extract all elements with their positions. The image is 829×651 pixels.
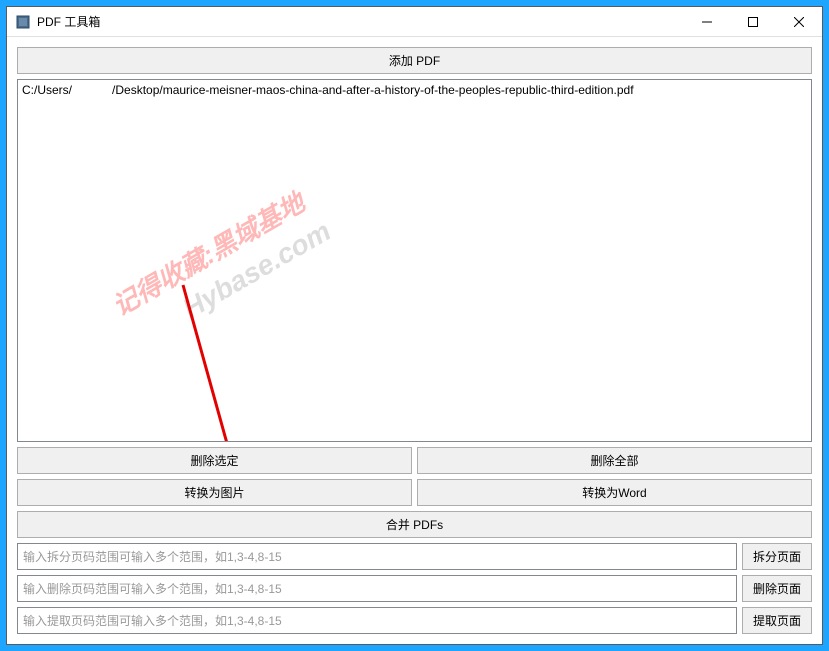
watermark: 记得收藏:黑域基地 Hybase.com [105, 179, 337, 356]
app-icon [15, 14, 31, 30]
annotation-arrow [163, 275, 283, 442]
merge-pdfs-button[interactable]: 合并 PDFs [17, 511, 812, 538]
delete-range-input[interactable] [17, 575, 737, 602]
file-path-prefix: C:/Users/ [22, 83, 72, 97]
convert-word-button[interactable]: 转换为Word [417, 479, 812, 506]
window-controls [684, 7, 822, 36]
split-page-button[interactable]: 拆分页面 [742, 543, 812, 570]
convert-row: 转换为图片 转换为Word [17, 479, 812, 506]
delete-selected-button[interactable]: 删除选定 [17, 447, 412, 474]
minimize-button[interactable] [684, 7, 730, 37]
window-title: PDF 工具箱 [37, 13, 684, 30]
add-pdf-button[interactable]: 添加 PDF [17, 47, 812, 74]
split-range-input[interactable] [17, 543, 737, 570]
list-item[interactable]: C:/Users/ /Desktop/maurice-meisner-maos-c… [20, 82, 809, 98]
delete-all-button[interactable]: 删除全部 [417, 447, 812, 474]
delete-page-row: 删除页面 [17, 575, 812, 602]
delete-page-button[interactable]: 删除页面 [742, 575, 812, 602]
file-list[interactable]: C:/Users/ /Desktop/maurice-meisner-maos-c… [17, 79, 812, 442]
extract-row: 提取页面 [17, 607, 812, 634]
redacted-username [72, 85, 112, 97]
maximize-button[interactable] [730, 7, 776, 37]
file-path-suffix: /Desktop/maurice-meisner-maos-china-and-… [112, 83, 634, 97]
convert-image-button[interactable]: 转换为图片 [17, 479, 412, 506]
watermark-text-1: 记得收藏:黑域基地 [105, 179, 318, 324]
content-area: 添加 PDF C:/Users/ /Desktop/maurice-meisner… [7, 37, 822, 644]
watermark-text-2: Hybase.com [178, 215, 337, 325]
main-window: PDF 工具箱 添加 PDF C:/Users/ /Desktop/maurice… [6, 6, 823, 645]
extract-page-button[interactable]: 提取页面 [742, 607, 812, 634]
delete-row: 删除选定 删除全部 [17, 447, 812, 474]
titlebar: PDF 工具箱 [7, 7, 822, 37]
extract-range-input[interactable] [17, 607, 737, 634]
close-button[interactable] [776, 7, 822, 37]
split-row: 拆分页面 [17, 543, 812, 570]
